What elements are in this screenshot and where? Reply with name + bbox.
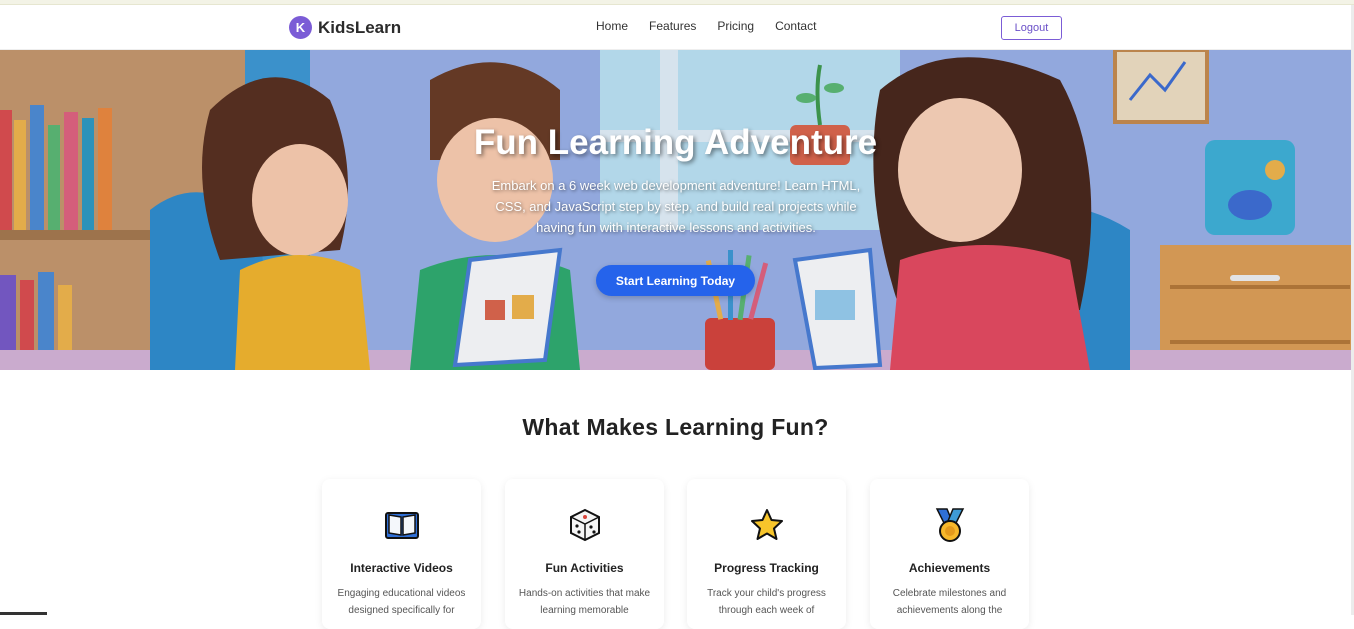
brand[interactable]: K KidsLearn — [289, 16, 401, 39]
nav-features-link[interactable]: Features — [649, 19, 696, 33]
feature-description: Hands-on activities that make learning m… — [518, 588, 651, 616]
feature-title: Fun Activities — [545, 561, 624, 575]
feature-title: Achievements — [908, 561, 991, 575]
feature-card-achievements: Achievements Celebrate milestones and ac… — [870, 479, 1029, 629]
nav-home-link[interactable]: Home — [596, 19, 628, 33]
star-icon — [687, 507, 846, 543]
feature-description: Track your child's progress through each… — [707, 588, 826, 616]
nav-pricing-link[interactable]: Pricing — [717, 19, 754, 33]
feature-card-progress-tracking: Progress Tracking Track your child's pro… — [687, 479, 846, 629]
dice-icon — [505, 507, 664, 543]
feature-description: Celebrate milestones and achievements al… — [892, 588, 1007, 616]
start-learning-button[interactable]: Start Learning Today — [596, 265, 755, 296]
feature-card-fun-activities: Fun Activities Hands-on activities that … — [505, 479, 664, 629]
book-icon — [322, 507, 481, 543]
medal-icon — [870, 507, 1029, 543]
navbar: K KidsLearn Home Features Pricing Contac… — [0, 5, 1354, 50]
nav-contact-link[interactable]: Contact — [775, 19, 816, 33]
feature-card-interactive-videos: Interactive Videos Engaging educational … — [322, 479, 481, 629]
brand-logo-icon: K — [289, 16, 312, 39]
feature-description: Engaging educational videos designed spe… — [337, 588, 466, 616]
nav-links: Home Features Pricing Contact — [596, 19, 816, 33]
features-section-title: What Makes Learning Fun? — [522, 414, 829, 440]
feature-title: Progress Tracking — [714, 561, 819, 575]
logout-button[interactable]: Logout — [1001, 16, 1062, 40]
hero-title: Fun Learning Adventure — [473, 123, 878, 162]
hero-banner: Fun Learning Adventure Embark on a 6 wee… — [0, 50, 1351, 370]
feature-title: Interactive Videos — [350, 561, 453, 575]
brand-name: KidsLearn — [318, 17, 402, 37]
hero-subtitle: Embark on a 6 week web development adven… — [491, 178, 861, 235]
